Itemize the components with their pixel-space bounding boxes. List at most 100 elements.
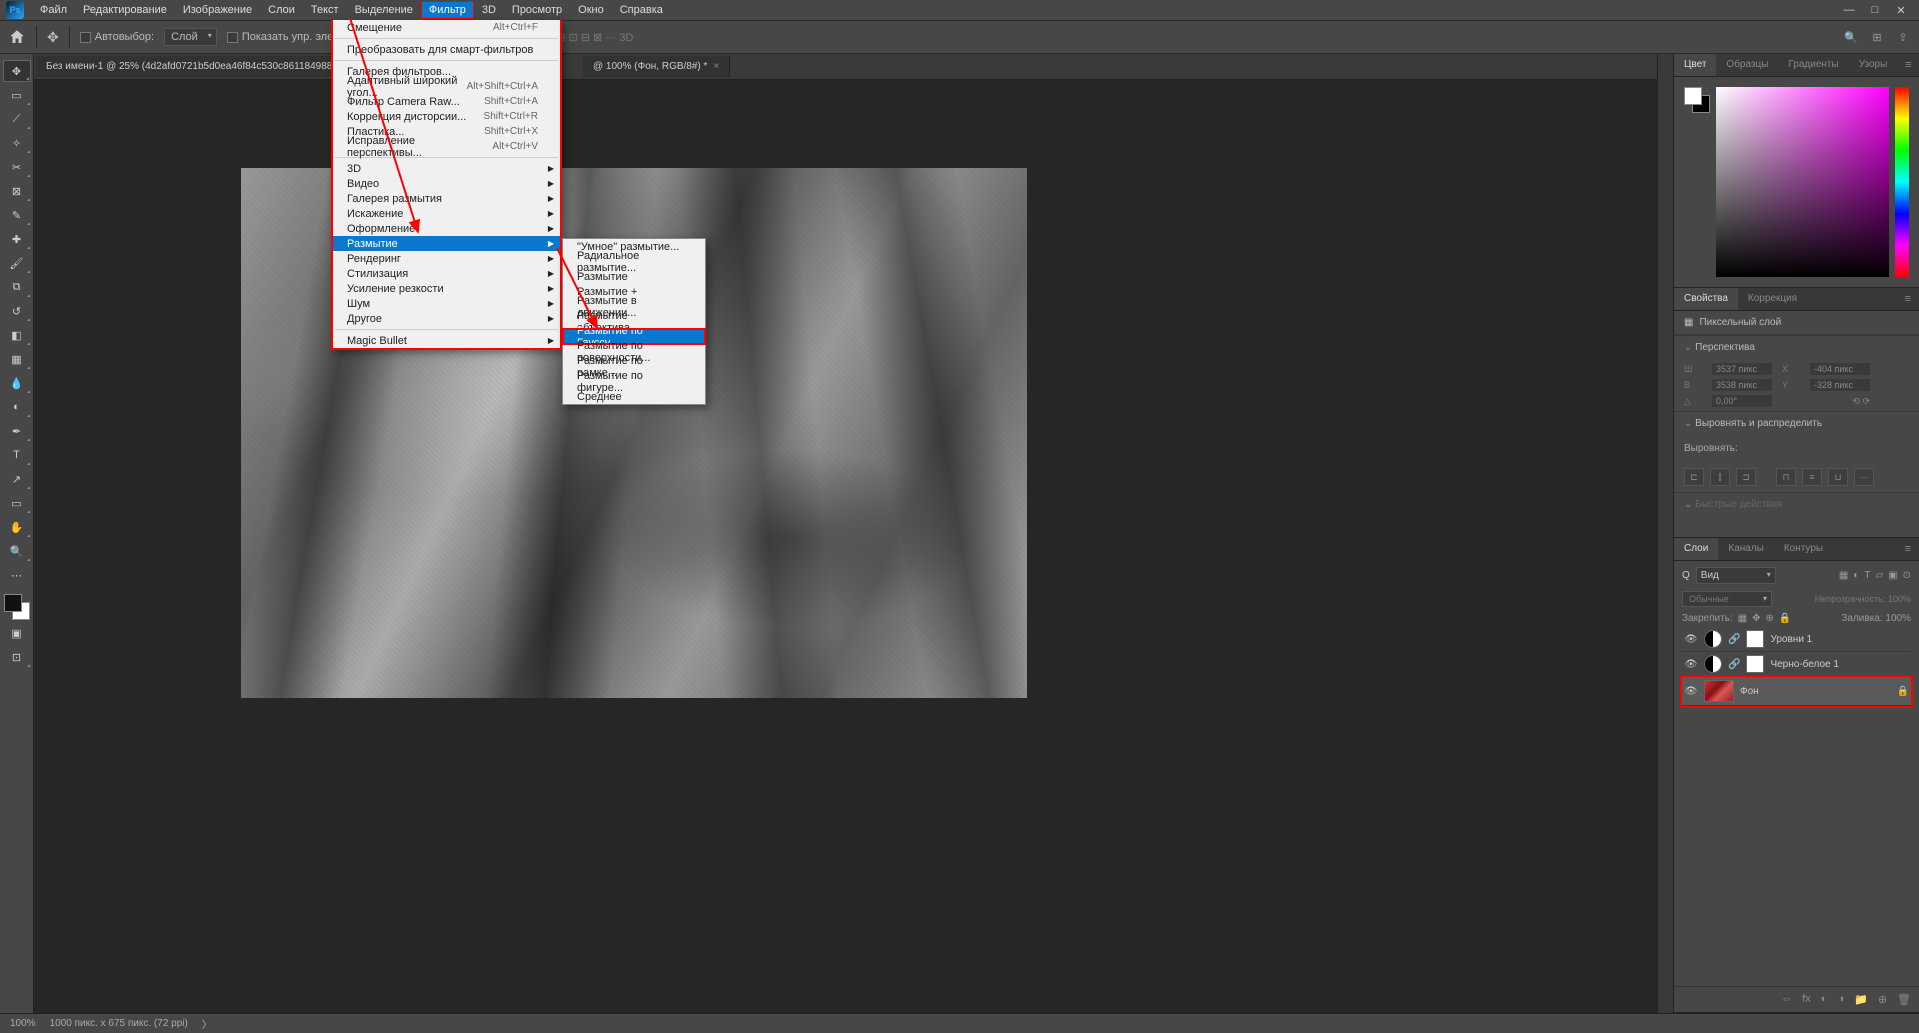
layer-row-background[interactable]: 👁 Фон 🔒 xyxy=(1682,677,1911,706)
props-collapsed-section[interactable]: Быстрые действия xyxy=(1674,492,1919,516)
link-icon[interactable]: 🔗 xyxy=(1728,634,1740,645)
menu-select[interactable]: Выделение xyxy=(347,1,421,19)
props-align-section[interactable]: Выровнять и распределить xyxy=(1674,411,1919,435)
filter-toggle-icon[interactable]: ⊙ xyxy=(1903,570,1911,581)
layer-thumb[interactable] xyxy=(1704,680,1734,702)
pen-tool[interactable]: ✒ xyxy=(3,420,31,442)
filter-shape-icon[interactable]: ▱ xyxy=(1875,570,1883,581)
path-tool[interactable]: ↗ xyxy=(3,468,31,490)
share-icon[interactable]: ⇪ xyxy=(1895,29,1911,45)
panel-menu-icon[interactable]: ≡ xyxy=(1897,54,1919,76)
filter-lens-correction[interactable]: Коррекция дисторсии...Shift+Ctrl+R xyxy=(333,109,560,124)
history-brush-tool[interactable]: ↺ xyxy=(3,300,31,322)
crop-tool[interactable]: ✂ xyxy=(3,156,31,178)
new-layer-icon[interactable]: ⊕ xyxy=(1878,993,1887,1006)
color-swatch[interactable] xyxy=(4,594,30,620)
tab-adjustments[interactable]: Коррекция xyxy=(1738,288,1807,310)
visibility-icon[interactable]: 👁 xyxy=(1684,686,1698,697)
filter-noise[interactable]: Шум▶ xyxy=(333,296,560,311)
show-controls-checkbox[interactable]: Показать упр. элем. xyxy=(227,31,344,43)
collapsed-panels-strip[interactable] xyxy=(1657,54,1673,1013)
status-arrow-icon[interactable]: 〉 xyxy=(202,1016,212,1031)
gradient-tool[interactable]: ▦ xyxy=(3,348,31,370)
filter-adjust-icon[interactable]: ◐ xyxy=(1853,570,1859,581)
y-field[interactable]: -328 пикс xyxy=(1810,379,1870,391)
layer-name[interactable]: Уровни 1 xyxy=(1770,634,1812,645)
filter-sharpen[interactable]: Усиление резкости▶ xyxy=(333,281,560,296)
type-tool[interactable]: T xyxy=(3,444,31,466)
marquee-tool[interactable]: ▭ xyxy=(3,84,31,106)
fill-field[interactable]: 100% xyxy=(1885,613,1911,624)
align-right[interactable]: ⊐ xyxy=(1736,468,1756,486)
align-left[interactable]: ⊏ xyxy=(1684,468,1704,486)
maximize-button[interactable]: □ xyxy=(1869,4,1881,17)
blur-basic[interactable]: Размытие xyxy=(563,269,705,284)
zoom-level[interactable]: 100% xyxy=(10,1018,36,1029)
search-icon[interactable]: 🔍 xyxy=(1843,29,1859,45)
link-icon[interactable]: 🔗 xyxy=(1728,659,1740,670)
adjustment-layer-icon[interactable]: ◑ xyxy=(1837,993,1844,1006)
opacity-field[interactable]: 100% xyxy=(1888,594,1911,604)
filter-smart-icon[interactable]: ▣ xyxy=(1888,570,1897,581)
menu-layers[interactable]: Слои xyxy=(260,1,303,19)
zoom-tool[interactable]: 🔍 xyxy=(3,540,31,562)
align-bottom[interactable]: ⊔ xyxy=(1828,468,1848,486)
blend-mode-dropdown[interactable]: Обычные xyxy=(1682,591,1772,607)
mask-icon[interactable]: ◐ xyxy=(1821,993,1828,1006)
filter-blur-gallery[interactable]: Галерея размытия▶ xyxy=(333,191,560,206)
height-field[interactable]: 3538 пикс xyxy=(1712,379,1772,391)
brush-tool[interactable]: 🖌 xyxy=(3,252,31,274)
panel-menu-icon[interactable]: ≡ xyxy=(1897,538,1919,560)
document-info[interactable]: 1000 пикс. x 675 пикс. (72 ppi) xyxy=(50,1018,188,1029)
autoselect-dropdown[interactable]: Слой xyxy=(164,28,217,46)
mask-thumb[interactable] xyxy=(1746,655,1764,673)
link-layers-icon[interactable]: ⇔ xyxy=(1781,993,1792,1006)
lock-position-icon[interactable]: ✥ xyxy=(1752,613,1760,624)
minimize-button[interactable]: ― xyxy=(1843,4,1855,17)
visibility-icon[interactable]: 👁 xyxy=(1684,659,1698,670)
align-vcenter[interactable]: ≡ xyxy=(1802,468,1822,486)
filter-other[interactable]: Другое▶ xyxy=(333,311,560,326)
filter-3d[interactable]: 3D▶ xyxy=(333,161,560,176)
tab-channels[interactable]: Каналы xyxy=(1718,538,1774,560)
layer-name[interactable]: Черно-белое 1 xyxy=(1770,659,1838,670)
healing-tool[interactable]: ✚ xyxy=(3,228,31,250)
edit-toolbar[interactable]: ⋯ xyxy=(3,564,31,586)
panel-menu-icon[interactable]: ≡ xyxy=(1897,288,1919,310)
hue-slider[interactable] xyxy=(1895,87,1909,277)
props-transform-section[interactable]: Перспектива xyxy=(1674,335,1919,359)
visibility-icon[interactable]: 👁 xyxy=(1684,634,1698,645)
filter-blur[interactable]: Размытие▶ xyxy=(333,236,560,251)
group-icon[interactable]: 📁 xyxy=(1854,993,1868,1006)
blur-average[interactable]: Среднее xyxy=(563,389,705,404)
blur-shape[interactable]: Размытие по фигуре... xyxy=(563,374,705,389)
filter-wideangle[interactable]: Адаптивный широкий угол...Alt+Shift+Ctrl… xyxy=(333,79,560,94)
filter-smart[interactable]: Преобразовать для смарт-фильтров xyxy=(333,42,560,57)
x-field[interactable]: -404 пикс xyxy=(1810,363,1870,375)
menu-filter[interactable]: Фильтр xyxy=(421,1,474,19)
stamp-tool[interactable]: ⧉ xyxy=(3,276,31,298)
blur-radial[interactable]: Радиальное размытие... xyxy=(563,254,705,269)
lock-pixels-icon[interactable]: ▦ xyxy=(1738,613,1747,624)
eraser-tool[interactable]: ◧ xyxy=(3,324,31,346)
lasso-tool[interactable]: ⟋ xyxy=(3,108,31,130)
layer-name[interactable]: Фон xyxy=(1740,686,1759,697)
shape-tool[interactable]: ▭ xyxy=(3,492,31,514)
move-tool[interactable]: ✥ xyxy=(3,60,31,82)
tab-properties[interactable]: Свойства xyxy=(1674,288,1738,310)
close-button[interactable]: ✕ xyxy=(1895,4,1907,17)
menu-view[interactable]: Просмотр xyxy=(504,1,570,19)
document-tab[interactable]: @ 100% (Фон, RGB/8#) *× xyxy=(583,56,730,77)
tab-color[interactable]: Цвет xyxy=(1674,54,1716,76)
tab-paths[interactable]: Контуры xyxy=(1774,538,1833,560)
lock-icon[interactable]: 🔒 xyxy=(1897,686,1909,697)
mask-thumb[interactable] xyxy=(1746,630,1764,648)
filter-camera-raw[interactable]: Фильтр Camera Raw...Shift+Ctrl+A xyxy=(333,94,560,109)
filter-vanishing-point[interactable]: Исправление перспективы...Alt+Ctrl+V xyxy=(333,139,560,154)
menu-image[interactable]: Изображение xyxy=(175,1,260,19)
tab-swatches[interactable]: Образцы xyxy=(1716,54,1778,76)
lock-artboard-icon[interactable]: ⊕ xyxy=(1766,613,1774,624)
layer-filter-dropdown[interactable]: Вид xyxy=(1696,567,1776,584)
hand-tool[interactable]: ✋ xyxy=(3,516,31,538)
home-icon[interactable] xyxy=(8,28,26,46)
